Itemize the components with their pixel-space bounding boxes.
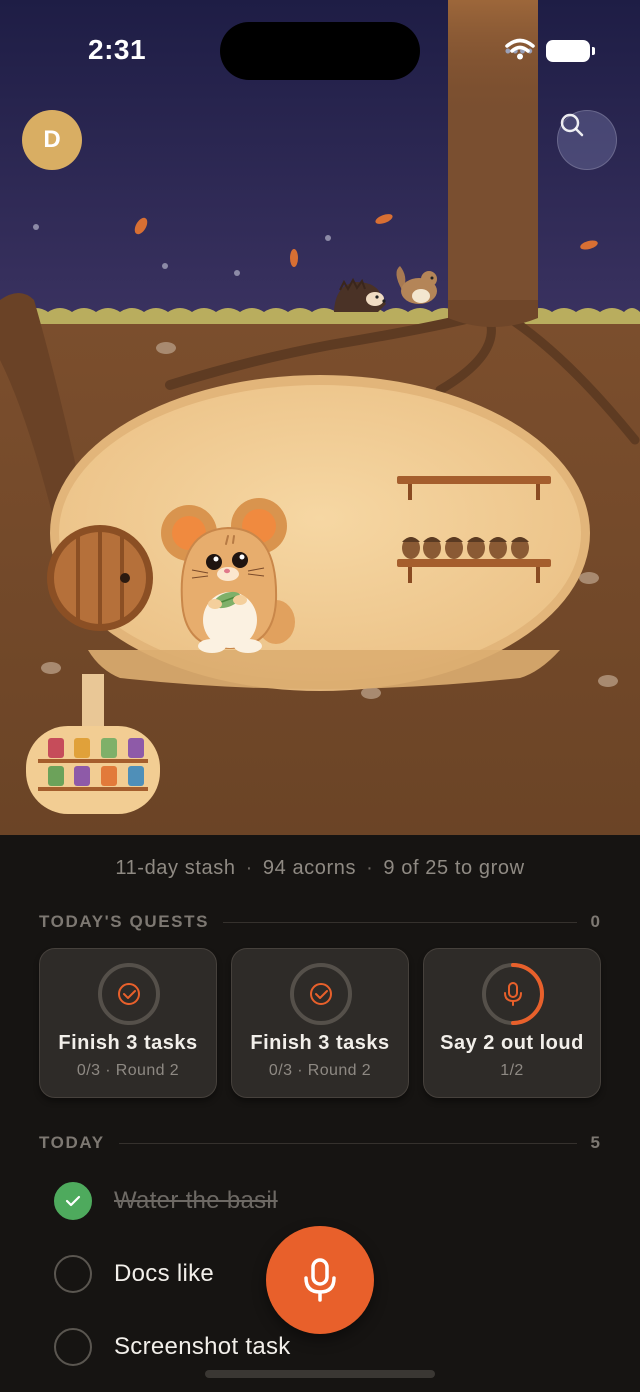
task-label: Screenshot task bbox=[114, 1333, 291, 1360]
task-row[interactable]: Docs like bbox=[54, 1254, 214, 1294]
quest-title: Finish 3 tasks bbox=[250, 1032, 390, 1054]
voice-record-button[interactable] bbox=[266, 1226, 374, 1334]
quests-header: TODAY'S QUESTS 0 bbox=[39, 910, 600, 934]
burrow-chamber bbox=[59, 385, 581, 681]
task-checkbox[interactable] bbox=[54, 1255, 92, 1293]
task-checkbox[interactable] bbox=[54, 1182, 92, 1220]
wifi-icon bbox=[505, 38, 535, 60]
quest-progress-ring bbox=[482, 963, 544, 1025]
burrow-scene: 2:31 •••• D bbox=[0, 0, 640, 835]
acorn-count: 94 acorns bbox=[262, 857, 357, 879]
mic-icon bbox=[304, 1258, 336, 1302]
bottom-sheet: 11-day stash · 94 acorns · 9 of 25 to grow T… bbox=[0, 835, 640, 1392]
separator: · bbox=[366, 857, 374, 879]
round-door bbox=[47, 525, 153, 631]
quest-card[interactable]: Say 2 out loud 1/2 bbox=[423, 948, 601, 1098]
stash-streak: 11-day stash bbox=[115, 857, 236, 879]
check-circle-icon bbox=[310, 983, 332, 1005]
quest-progress-ring bbox=[290, 963, 352, 1025]
battery-icon bbox=[546, 40, 595, 62]
quest-title: Say 2 out loud bbox=[440, 1032, 584, 1054]
home-indicator bbox=[205, 1370, 435, 1378]
quests-title: TODAY'S QUESTS bbox=[39, 912, 210, 931]
status-time: 2:31 bbox=[88, 34, 147, 65]
task-checkbox[interactable] bbox=[54, 1328, 92, 1366]
quest-progress-ring bbox=[98, 963, 160, 1025]
mic-icon bbox=[504, 982, 522, 1006]
divider bbox=[223, 921, 577, 923]
quest-progress-text: 1/2 bbox=[500, 1062, 524, 1079]
check-circle-icon bbox=[118, 983, 140, 1005]
divider bbox=[118, 1142, 577, 1144]
task-row[interactable]: Screenshot task bbox=[54, 1327, 291, 1367]
today-title: TODAY bbox=[39, 1133, 105, 1152]
grow-progress: 9 of 25 to grow bbox=[383, 857, 525, 879]
dynamic-island bbox=[220, 22, 420, 80]
search-button[interactable] bbox=[557, 110, 617, 170]
stats-summary: 11-day stash · 94 acorns · 9 of 25 to grow bbox=[0, 857, 640, 880]
quest-card[interactable]: Finish 3 tasks 0/3 · Round 2 bbox=[231, 948, 409, 1098]
task-label: Docs like bbox=[114, 1260, 215, 1287]
task-label: Water the basil bbox=[114, 1187, 278, 1214]
quest-cards: Finish 3 tasks 0/3 · Round 2 Finish 3 ta… bbox=[39, 948, 601, 1098]
quest-progress-text: 0/3 · Round 2 bbox=[76, 1062, 180, 1079]
quests-count: 0 bbox=[590, 912, 600, 931]
quest-title: Finish 3 tasks bbox=[58, 1032, 198, 1054]
separator: · bbox=[245, 857, 253, 879]
avatar[interactable]: D bbox=[22, 110, 82, 170]
today-count: 5 bbox=[590, 1133, 600, 1152]
burrow-illustration bbox=[0, 0, 640, 835]
task-row[interactable]: Water the basil bbox=[54, 1181, 278, 1221]
quest-card[interactable]: Finish 3 tasks 0/3 · Round 2 bbox=[39, 948, 217, 1098]
search-icon bbox=[560, 113, 584, 137]
today-header: TODAY 5 bbox=[39, 1131, 600, 1155]
status-icons: •••• bbox=[505, 38, 595, 64]
quest-progress-text: 0/3 · Round 2 bbox=[268, 1062, 372, 1079]
checkmark-icon bbox=[65, 1195, 81, 1207]
